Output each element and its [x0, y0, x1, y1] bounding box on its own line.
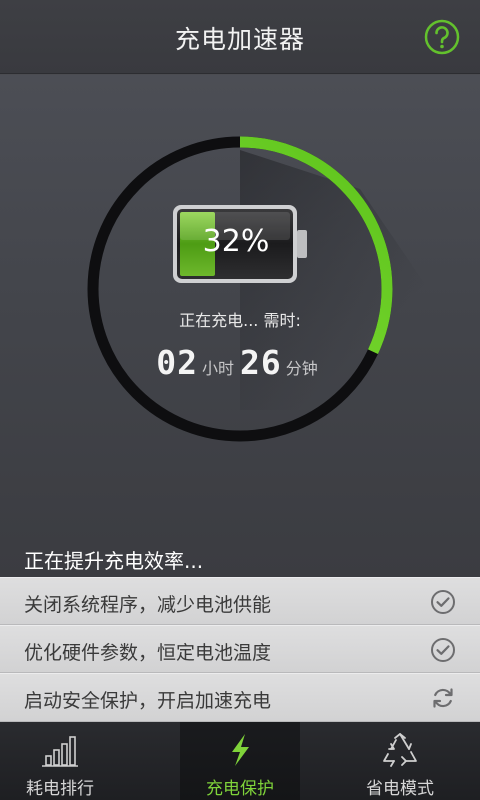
charging-time-label: 正在充电... 需时: [179, 311, 301, 330]
hours-unit: 小时 [201, 359, 234, 378]
minutes-value: 26 [240, 343, 282, 382]
help-circle-icon[interactable] [424, 19, 460, 55]
task-list: 关闭系统程序，减少电池供能 优化硬件参数，恒定电池温度 启动安全保护，开启加速充… [0, 577, 480, 722]
tab-charge-protect[interactable]: 充电保护 [180, 722, 300, 800]
charging-time-remaining: 02 小时 26 分钟 [0, 343, 480, 382]
tab-power-saving[interactable]: 省电模式 [340, 722, 460, 800]
bar-chart-icon [42, 736, 78, 767]
tab-label: 省电模式 [366, 779, 434, 799]
task-item: 启动安全保护，开启加速充电 [0, 673, 480, 722]
task-label: 启动安全保护，开启加速充电 [24, 690, 272, 712]
bottom-tab-bar: 耗电排行 充电保护 省电模式 [0, 722, 480, 800]
tab-label: 充电保护 [206, 779, 274, 799]
task-label: 优化硬件参数，恒定电池温度 [24, 642, 272, 664]
hours-value: 02 [156, 343, 198, 382]
page-title: 充电加速器 [174, 25, 305, 54]
status-line: 正在提升充电效率... [24, 549, 204, 573]
charge-progress-ring [87, 136, 393, 442]
check-circle-icon [431, 590, 455, 614]
task-label: 关闭系统程序，减少电池供能 [24, 594, 272, 616]
lightning-icon [232, 734, 249, 766]
check-circle-icon [431, 638, 455, 662]
task-item: 关闭系统程序，减少电池供能 [0, 577, 480, 625]
task-item: 优化硬件参数，恒定电池温度 [0, 625, 480, 673]
app-header: 充电加速器 [0, 0, 480, 74]
minutes-unit: 分钟 [285, 359, 318, 378]
battery-percent: 32% [202, 224, 270, 259]
recycle-icon [383, 733, 417, 767]
tab-power-ranking[interactable]: 耗电排行 [0, 722, 120, 800]
refresh-icon [433, 688, 453, 708]
tab-label: 耗电排行 [26, 779, 94, 799]
